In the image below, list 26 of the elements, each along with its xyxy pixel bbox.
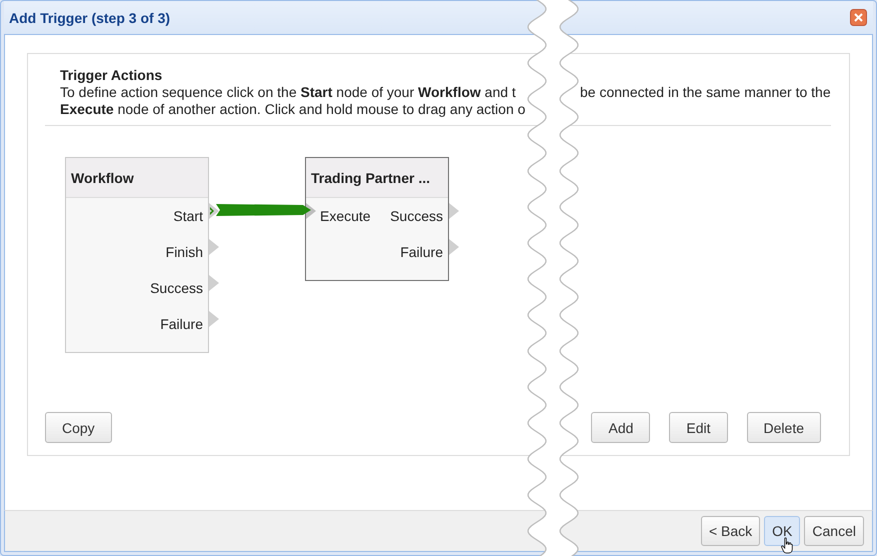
add-button[interactable]: Add [591,412,650,443]
delete-button[interactable]: Delete [746,412,821,443]
action-node[interactable]: Workflow Start Finish Success Failure [65,157,209,353]
edit-button[interactable]: Edit [669,412,728,443]
back-button[interactable]: < Back [700,516,760,546]
port-label: Execute [320,207,371,226]
port-label: Success [390,207,443,226]
port-label: Failure [160,315,203,334]
port-label: Failure [400,243,443,262]
connector-arrow[interactable] [216,203,311,217]
hand-cursor-icon [781,537,793,554]
copy-button[interactable]: Copy [45,412,112,443]
port-label: Finish [166,243,203,262]
port-label: Success [150,279,203,298]
description-text: be connected in the same manner to the [580,84,831,101]
action-node[interactable]: Trading Partner ... Execute Success Failure [305,157,449,281]
section-title: Trigger Actions [59,66,164,84]
ok-button[interactable]: OK [764,516,800,546]
close-icon[interactable] [850,9,867,26]
port-label: Start [173,207,203,226]
window-title: Add Trigger (step 3 of 3) [9,10,170,26]
description-text: Execute node of another action. Click and hold mouse to drag any action o [60,101,526,118]
node-title: Workflow [71,170,134,186]
description-text: To define action sequence click on the Start node of your Workflow and t [60,84,517,101]
cancel-button[interactable]: Cancel [804,516,864,546]
node-title: Trading Partner ... [311,170,430,186]
